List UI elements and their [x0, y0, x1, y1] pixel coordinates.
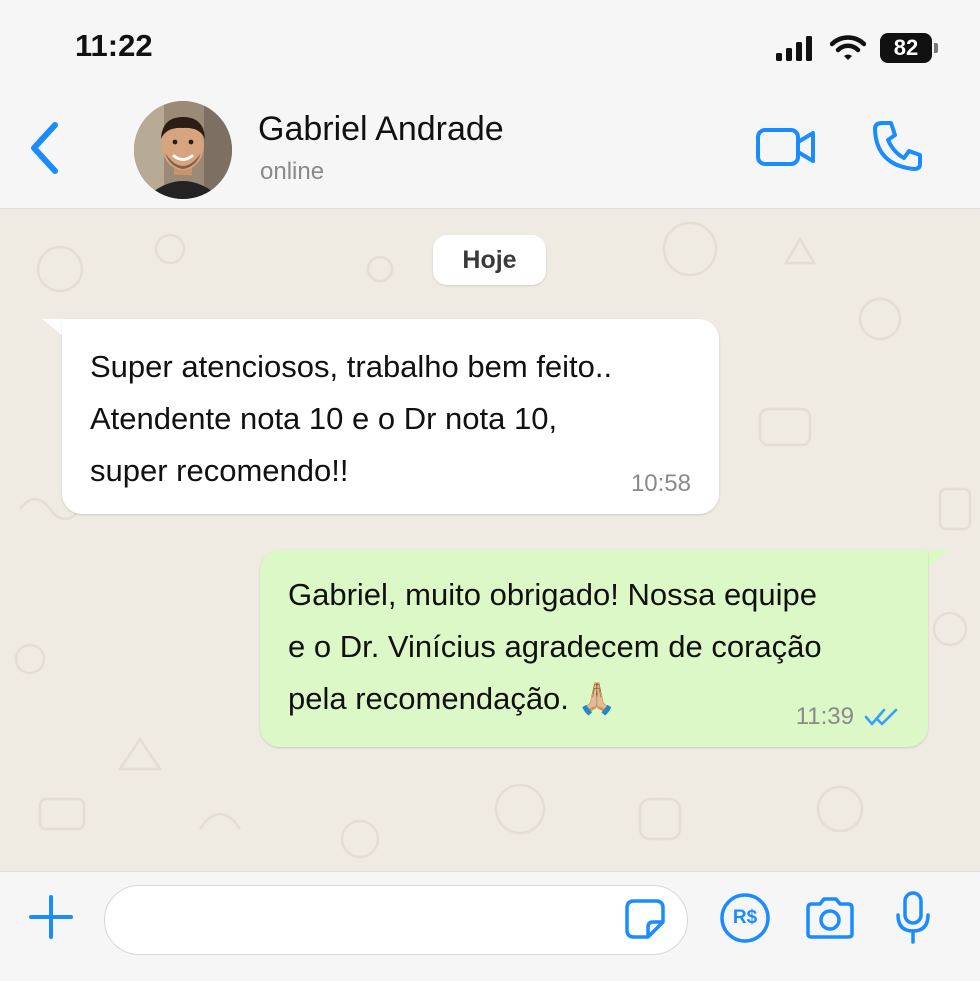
- status-time: 11:22: [75, 28, 153, 63]
- sticker-icon: [625, 899, 665, 939]
- plus-icon: [29, 895, 73, 939]
- voice-call-button[interactable]: [872, 120, 922, 177]
- doodle-wallpaper: [14, 221, 972, 859]
- incoming-bubble-tail: [42, 319, 64, 337]
- contact-name[interactable]: Gabriel Andrade: [258, 110, 504, 149]
- outgoing-bubble-tail: [927, 550, 949, 568]
- wifi-icon: [830, 35, 866, 60]
- microphone-icon: [896, 891, 930, 944]
- chat-area[interactable]: Hoje Super atenciosos, trabalho bem feit…: [0, 209, 980, 871]
- microphone-button[interactable]: [893, 890, 933, 951]
- sticker-button[interactable]: [624, 898, 666, 945]
- message-time: 10:58: [630, 470, 691, 497]
- message-meta: 11:39: [796, 705, 900, 729]
- chat-header: Gabriel Andrade online: [0, 96, 980, 209]
- camera-icon: [806, 897, 854, 939]
- incoming-message[interactable]: Super atenciosos, trabalho bem feito.. A…: [62, 319, 719, 514]
- back-chevron-icon: [31, 122, 58, 174]
- signal-icon: [776, 36, 812, 61]
- date-separator: Hoje: [433, 235, 546, 285]
- status-icons: 82: [776, 30, 938, 66]
- message-time: 11:39: [795, 703, 854, 730]
- battery-level: 82: [893, 35, 919, 60]
- double-check-icon: [864, 708, 898, 726]
- outgoing-message[interactable]: Gabriel, muito obrigado! Nossa equipe e …: [260, 550, 928, 747]
- battery-icon: 82: [880, 33, 938, 63]
- attach-button[interactable]: [28, 894, 74, 945]
- avatar[interactable]: [134, 101, 232, 199]
- message-meta: 10:58: [631, 472, 691, 496]
- contact-status: online: [260, 158, 325, 185]
- input-bar: R$: [0, 871, 980, 981]
- phone-icon: [873, 121, 922, 171]
- camera-button[interactable]: [804, 896, 856, 945]
- back-button[interactable]: [22, 118, 66, 178]
- message-text: Super atenciosos, trabalho bem feito.. A…: [90, 349, 613, 488]
- video-call-icon: [756, 128, 815, 166]
- pix-label: R$: [732, 907, 758, 928]
- video-call-button[interactable]: [755, 126, 817, 173]
- avatar-image: [134, 101, 232, 199]
- status-bar: 11:22 82: [0, 0, 980, 96]
- payment-button[interactable]: R$: [719, 892, 771, 949]
- message-text: Gabriel, muito obrigado! Nossa equipe e …: [288, 577, 822, 716]
- message-input[interactable]: [104, 885, 688, 955]
